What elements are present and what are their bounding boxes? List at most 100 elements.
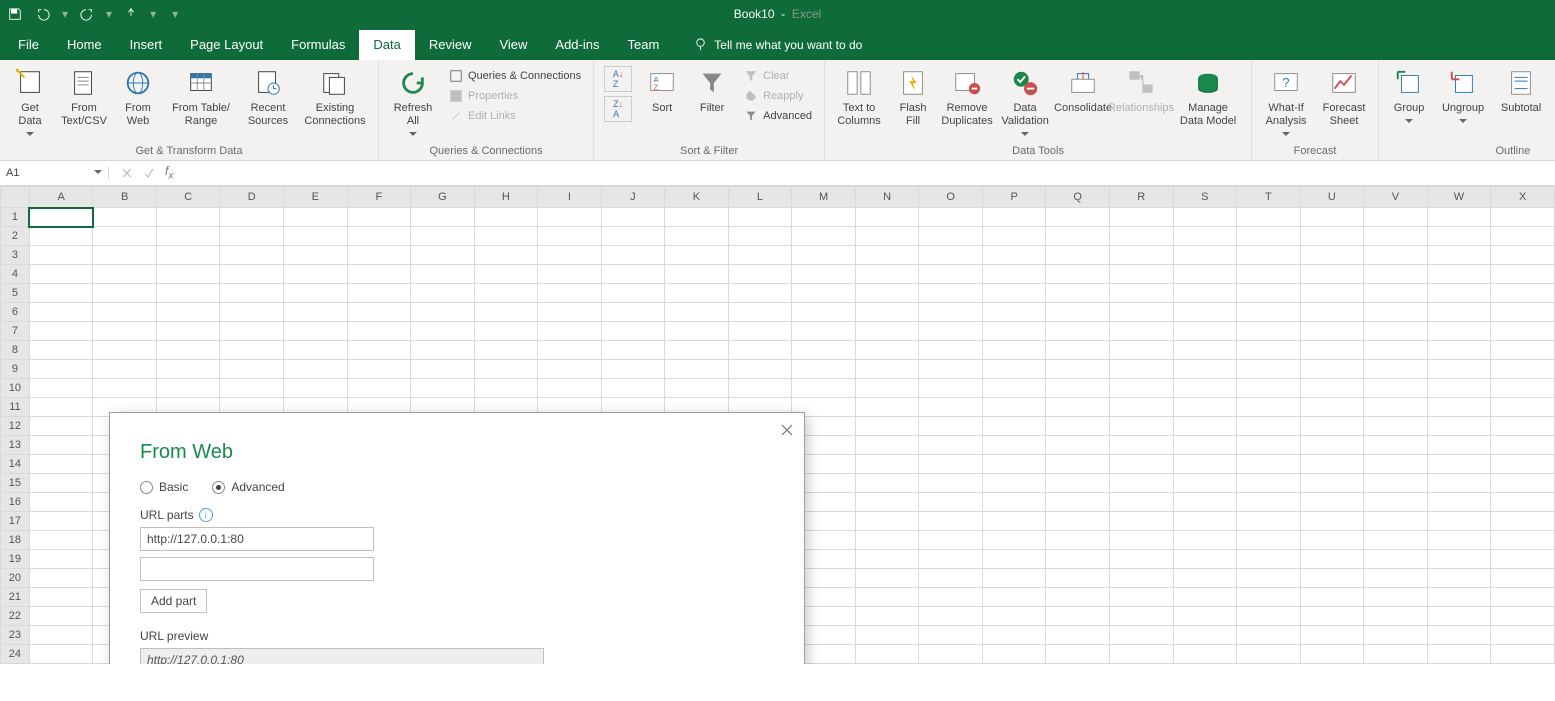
- cell[interactable]: [29, 265, 93, 284]
- cell[interactable]: [1109, 398, 1173, 417]
- cell[interactable]: [1364, 417, 1428, 436]
- cell[interactable]: [1300, 360, 1364, 379]
- fx-icon[interactable]: fx: [165, 164, 173, 181]
- cell[interactable]: [29, 493, 93, 512]
- from-web-button[interactable]: FromWeb: [114, 64, 162, 145]
- cell[interactable]: [728, 303, 792, 322]
- cell[interactable]: [1046, 284, 1110, 303]
- cell[interactable]: [29, 531, 93, 550]
- cell[interactable]: [156, 208, 220, 227]
- existing-connections-button[interactable]: ExistingConnections: [298, 64, 372, 145]
- cell[interactable]: [919, 227, 983, 246]
- cell[interactable]: [1046, 493, 1110, 512]
- cell[interactable]: [982, 303, 1046, 322]
- cell[interactable]: [919, 284, 983, 303]
- cell[interactable]: [538, 246, 602, 265]
- cell[interactable]: [156, 246, 220, 265]
- cell[interactable]: [1427, 284, 1491, 303]
- cell[interactable]: [1173, 417, 1237, 436]
- cell[interactable]: [1300, 398, 1364, 417]
- cell[interactable]: [1427, 588, 1491, 607]
- cell[interactable]: [1173, 265, 1237, 284]
- cell[interactable]: [29, 246, 93, 265]
- cell[interactable]: [1109, 360, 1173, 379]
- cell[interactable]: [1237, 322, 1301, 341]
- cell[interactable]: [982, 265, 1046, 284]
- ungroup-button[interactable]: Ungroup: [1435, 64, 1491, 145]
- cell[interactable]: [601, 322, 665, 341]
- cell[interactable]: [1046, 227, 1110, 246]
- redo-icon[interactable]: [78, 5, 96, 23]
- cell[interactable]: [728, 227, 792, 246]
- cell[interactable]: [1173, 303, 1237, 322]
- cell[interactable]: [1427, 512, 1491, 531]
- cell[interactable]: [1300, 341, 1364, 360]
- cell[interactable]: [919, 417, 983, 436]
- cell[interactable]: [1427, 208, 1491, 227]
- cell[interactable]: [601, 246, 665, 265]
- cell[interactable]: [1364, 512, 1428, 531]
- cell[interactable]: [1491, 360, 1555, 379]
- cell[interactable]: [1300, 550, 1364, 569]
- cell[interactable]: [1109, 455, 1173, 474]
- tab-formulas[interactable]: Formulas: [277, 30, 359, 60]
- cell[interactable]: [1427, 227, 1491, 246]
- cell[interactable]: [855, 588, 919, 607]
- cell[interactable]: [1237, 455, 1301, 474]
- cell[interactable]: [474, 284, 538, 303]
- close-button[interactable]: [776, 419, 798, 441]
- column-header[interactable]: P: [982, 187, 1046, 208]
- cell[interactable]: [1364, 493, 1428, 512]
- cell[interactable]: [1046, 436, 1110, 455]
- cell[interactable]: [1300, 227, 1364, 246]
- column-header[interactable]: O: [919, 187, 983, 208]
- cell[interactable]: [855, 569, 919, 588]
- tab-view[interactable]: View: [485, 30, 541, 60]
- cell[interactable]: [982, 322, 1046, 341]
- recent-sources-button[interactable]: RecentSources: [240, 64, 296, 145]
- cell[interactable]: [1491, 417, 1555, 436]
- cell[interactable]: [1364, 284, 1428, 303]
- cell[interactable]: [855, 512, 919, 531]
- row-header[interactable]: 3: [1, 246, 30, 265]
- tell-me[interactable]: Tell me what you want to do: [693, 37, 862, 60]
- row-header[interactable]: 13: [1, 436, 30, 455]
- cell[interactable]: [284, 322, 348, 341]
- cell[interactable]: [1237, 246, 1301, 265]
- row-header[interactable]: 23: [1, 626, 30, 645]
- cell[interactable]: [1237, 265, 1301, 284]
- cell[interactable]: [855, 227, 919, 246]
- cell[interactable]: [1046, 531, 1110, 550]
- cell[interactable]: [982, 645, 1046, 664]
- cell[interactable]: [982, 379, 1046, 398]
- cell[interactable]: [855, 436, 919, 455]
- tab-file[interactable]: File: [4, 30, 53, 60]
- cell[interactable]: [29, 550, 93, 569]
- cell[interactable]: [1300, 436, 1364, 455]
- cell[interactable]: [1364, 322, 1428, 341]
- cell[interactable]: [982, 493, 1046, 512]
- cell[interactable]: [29, 607, 93, 626]
- cell[interactable]: [1046, 303, 1110, 322]
- cell[interactable]: [1109, 246, 1173, 265]
- cell[interactable]: [1491, 246, 1555, 265]
- tab-review[interactable]: Review: [415, 30, 486, 60]
- filter-button[interactable]: Filter: [688, 64, 736, 145]
- cell[interactable]: [411, 284, 475, 303]
- cell[interactable]: [855, 455, 919, 474]
- cell[interactable]: [855, 265, 919, 284]
- cell[interactable]: [919, 246, 983, 265]
- cell[interactable]: [665, 208, 729, 227]
- cell[interactable]: [1364, 227, 1428, 246]
- cell[interactable]: [792, 284, 856, 303]
- cell[interactable]: [1173, 246, 1237, 265]
- cell[interactable]: [1237, 493, 1301, 512]
- cell[interactable]: [1173, 531, 1237, 550]
- row-header[interactable]: 15: [1, 474, 30, 493]
- cell[interactable]: [855, 322, 919, 341]
- cell[interactable]: [1237, 588, 1301, 607]
- cell[interactable]: [601, 284, 665, 303]
- consolidate-button[interactable]: Consolidate: [1055, 64, 1111, 145]
- cell[interactable]: [728, 208, 792, 227]
- cell[interactable]: [1237, 398, 1301, 417]
